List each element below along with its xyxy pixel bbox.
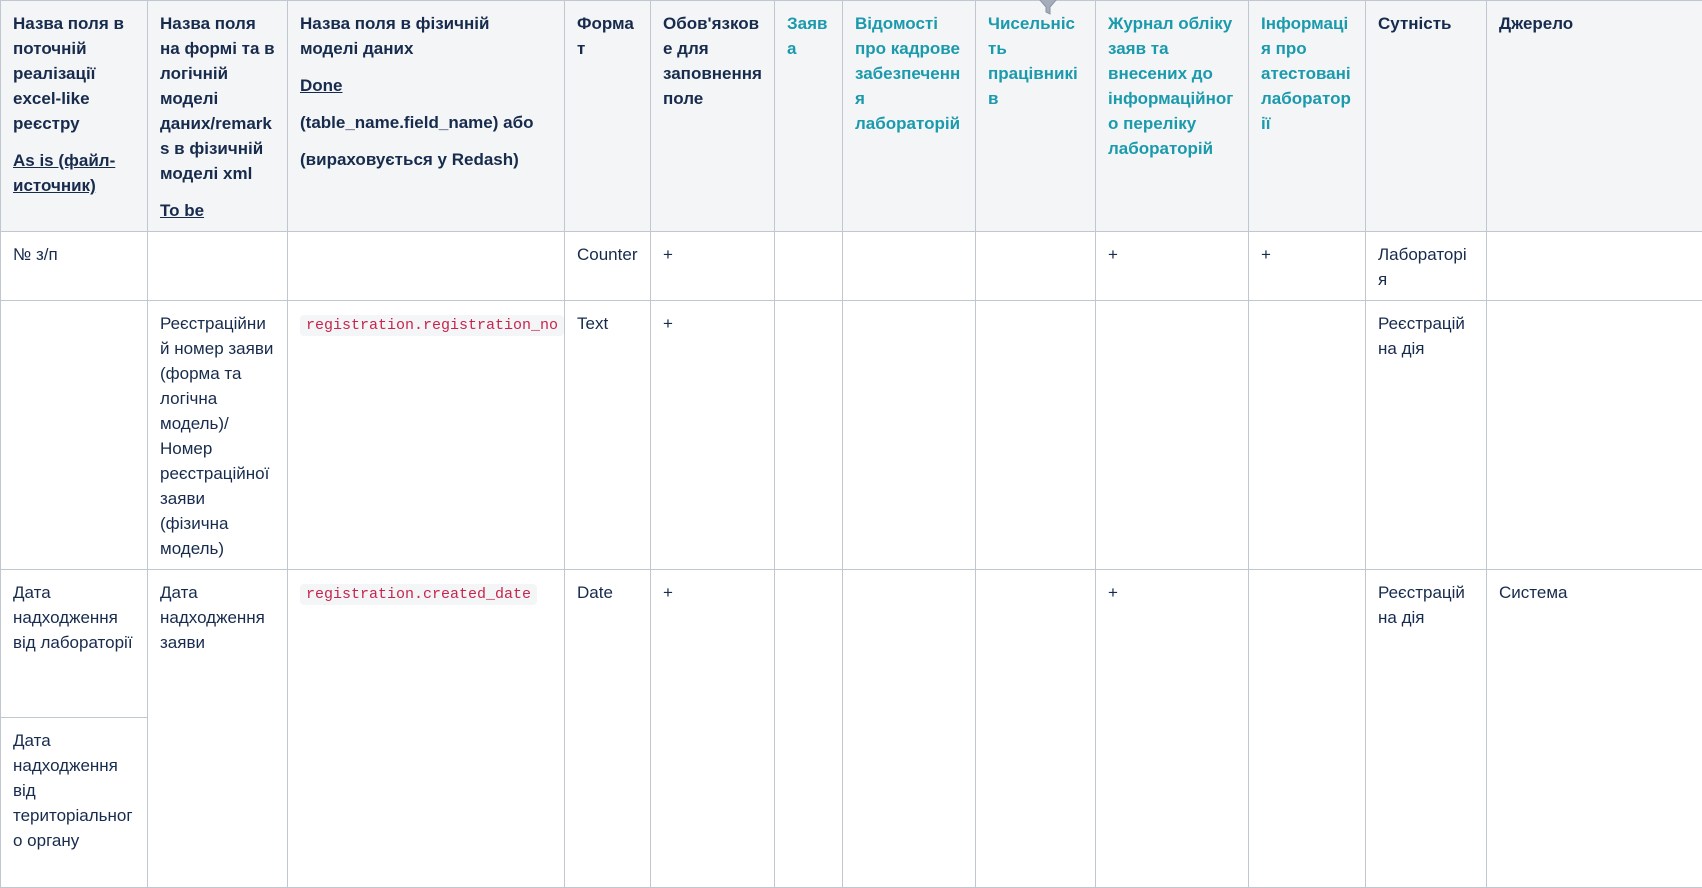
cell-kadry (843, 301, 976, 570)
cell-format: Counter (565, 232, 651, 301)
cell-to-be: Реєстраційний номер заяви (форма та логі… (148, 301, 288, 570)
cell-zhurnal: + (1096, 570, 1249, 888)
cell-physical-model: registration.created_date (288, 570, 565, 888)
cell-info (1249, 570, 1366, 888)
cell-required: + (651, 232, 775, 301)
cell-format: Date (565, 570, 651, 888)
header-source[interactable]: Джерело (1487, 1, 1702, 232)
header-physical-model-done: Done (300, 73, 552, 98)
cell-as-is: № з/п (1, 232, 148, 301)
field-code: registration.created_date (300, 584, 537, 605)
header-physical-model-line4: (вираховується у Redash) (300, 147, 552, 172)
header-entity[interactable]: Сутність (1366, 1, 1487, 232)
header-kadry[interactable]: Відомості про кадрове забезпечення лабор… (843, 1, 976, 232)
cell-info: + (1249, 232, 1366, 301)
header-as-is-title: Назва поля в поточній реалізації excel-l… (13, 11, 135, 136)
cell-source: Система (1487, 570, 1702, 888)
header-zhurnal[interactable]: Журнал обліку заяв та внесених до інформ… (1096, 1, 1249, 232)
cell-to-be (148, 232, 288, 301)
header-zaiava[interactable]: Заява (775, 1, 843, 232)
cell-required: + (651, 301, 775, 570)
header-row: Назва поля в поточній реалізації excel-l… (1, 1, 1702, 232)
cell-source (1487, 301, 1702, 570)
header-to-be-title: Назва поля на формі та в логічній моделі… (160, 11, 275, 186)
header-format[interactable]: Формат (565, 1, 651, 232)
cell-zaiava (775, 570, 843, 888)
cell-physical-model: registration.registration_no (288, 301, 565, 570)
header-as-is-subtitle: As is (файл-источник) (13, 148, 135, 198)
header-to-be-subtitle: To be (160, 198, 275, 223)
table-row: Дата надходження від лабораторії Дата на… (1, 570, 1702, 718)
cell-info (1249, 301, 1366, 570)
cell-entity: Реєстраційна дія (1366, 570, 1487, 888)
cell-zaiava (775, 301, 843, 570)
cell-entity: Лабораторія (1366, 232, 1487, 301)
cell-as-is: Дата надходження від територіального орг… (1, 718, 148, 888)
cell-chyselnist (976, 232, 1096, 301)
header-chyselnist[interactable]: Чисельність працівників (976, 1, 1096, 232)
header-as-is[interactable]: Назва поля в поточній реалізації excel-l… (1, 1, 148, 232)
cell-zhurnal: + (1096, 232, 1249, 301)
cell-physical-model (288, 232, 565, 301)
header-info[interactable]: Інформація про атестовані лабораторії (1249, 1, 1366, 232)
header-required[interactable]: Обов'язкове для заповнення поле (651, 1, 775, 232)
cell-required: + (651, 570, 775, 888)
header-to-be[interactable]: Назва поля на формі та в логічній моделі… (148, 1, 288, 232)
table-row: № з/п Counter + + + Лабораторія (1, 232, 1702, 301)
table-row: Реєстраційний номер заяви (форма та логі… (1, 301, 1702, 570)
field-code: registration.registration_no (300, 315, 564, 336)
cell-chyselnist (976, 301, 1096, 570)
cell-zhurnal (1096, 301, 1249, 570)
data-table: Назва поля в поточній реалізації excel-l… (0, 0, 1702, 888)
cell-kadry (843, 232, 976, 301)
cell-kadry (843, 570, 976, 888)
header-physical-model-title: Назва поля в фізичній моделі даних (300, 11, 552, 61)
cell-to-be: Дата надходження заяви (148, 570, 288, 888)
cell-zaiava (775, 232, 843, 301)
cell-entity: Реєстраційна дія (1366, 301, 1487, 570)
cell-format: Text (565, 301, 651, 570)
header-physical-model-line3: (table_name.field_name) або (300, 110, 552, 135)
cell-as-is (1, 301, 148, 570)
header-physical-model[interactable]: Назва поля в фізичній моделі даних Done … (288, 1, 565, 232)
cell-chyselnist (976, 570, 1096, 888)
cell-source (1487, 232, 1702, 301)
filter-icon[interactable] (1038, 0, 1058, 16)
cell-as-is: Дата надходження від лабораторії (1, 570, 148, 718)
